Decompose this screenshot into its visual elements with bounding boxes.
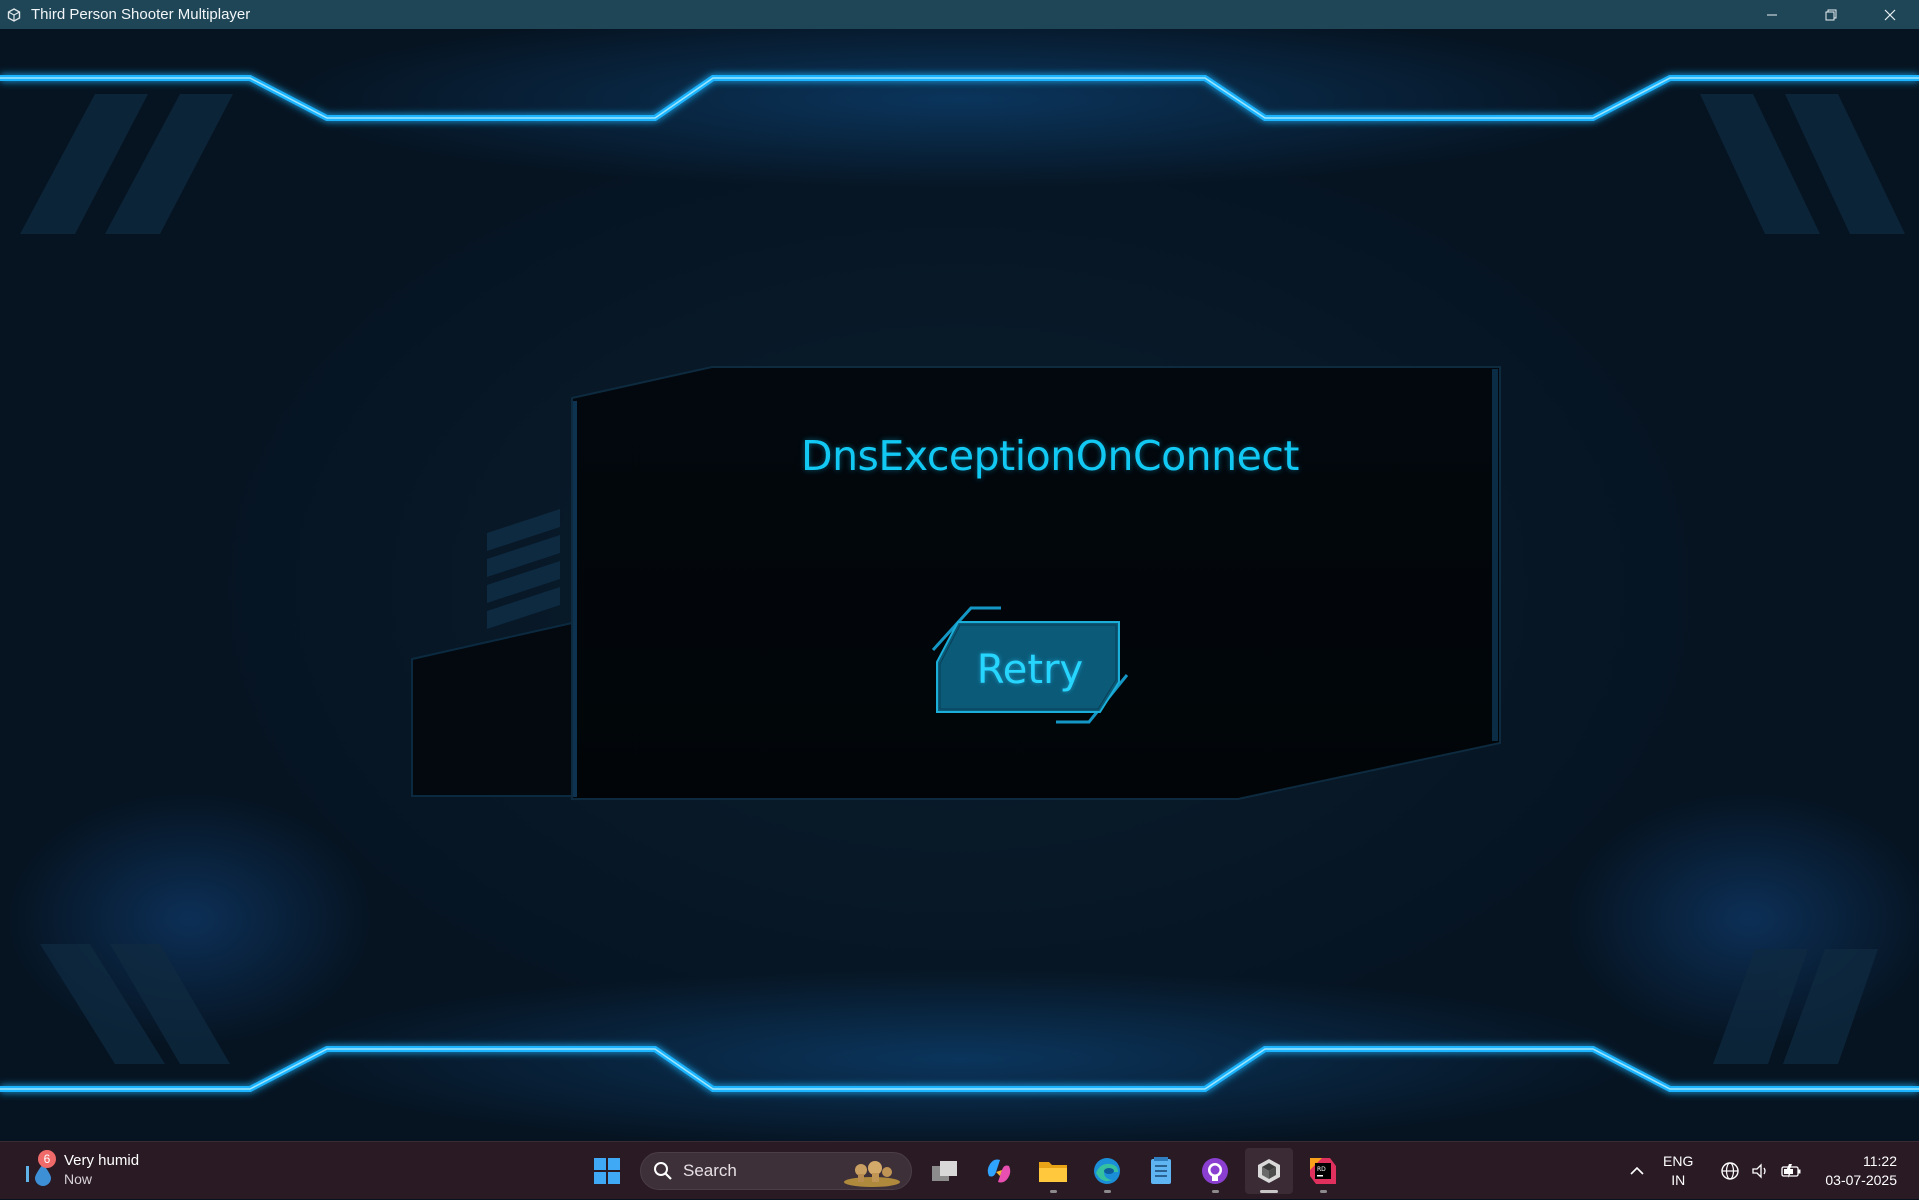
windows-start-icon	[594, 1158, 620, 1184]
notification-badge: 6	[38, 1150, 56, 1168]
clock-date: 03-07-2025	[1825, 1172, 1897, 1188]
notepad-icon	[1151, 1157, 1171, 1184]
taskbar: 6 Very humid Now Search RD ENG IN 11:22 …	[0, 1141, 1919, 1199]
restore-button[interactable]	[1801, 0, 1860, 29]
restore-icon	[1825, 9, 1836, 20]
edge-icon	[1094, 1158, 1120, 1184]
close-button[interactable]	[1860, 0, 1919, 29]
retry-button[interactable]: Retry	[930, 604, 1130, 724]
file-explorer-button[interactable]	[1029, 1148, 1077, 1194]
window-controls	[1742, 0, 1919, 29]
window-title: Third Person Shooter Multiplayer	[31, 6, 251, 23]
language-code: ENG	[1663, 1153, 1694, 1169]
running-indicator	[1050, 1190, 1057, 1193]
weather-title: Very humid	[64, 1152, 140, 1169]
weather-icon: 6	[22, 1150, 56, 1190]
show-hidden-icons-button[interactable]	[1621, 1166, 1653, 1176]
taskbar-apps: Search RD	[580, 1148, 1350, 1194]
game-viewport: DnsExceptionOnConnect Retry	[0, 29, 1919, 1141]
unity-button[interactable]	[1245, 1148, 1293, 1194]
github-desktop-button[interactable]	[1191, 1148, 1239, 1194]
unity-icon	[1258, 1159, 1280, 1183]
file-explorer-icon	[1039, 1162, 1067, 1182]
clock-time: 11:22	[1863, 1153, 1897, 1169]
running-indicator	[1260, 1190, 1278, 1193]
minimize-button[interactable]	[1742, 0, 1801, 29]
error-message: DnsExceptionOnConnect	[801, 432, 1299, 480]
quick-settings[interactable]	[1715, 1161, 1807, 1181]
task-view-icon	[932, 1161, 957, 1181]
copilot-icon	[987, 1159, 1011, 1183]
volume-icon	[1750, 1161, 1770, 1181]
copilot-button[interactable]	[975, 1148, 1023, 1194]
search-icon	[654, 1162, 672, 1180]
github-desktop-icon	[1202, 1158, 1228, 1184]
search-box[interactable]: Search	[640, 1152, 912, 1190]
running-indicator	[1104, 1190, 1111, 1193]
language-region: IN	[1671, 1172, 1686, 1188]
window-title-bar: Third Person Shooter Multiplayer	[0, 0, 1919, 29]
battery-icon	[1780, 1161, 1802, 1181]
network-icon	[1720, 1161, 1740, 1181]
unity-icon	[6, 7, 22, 23]
retry-label: Retry	[976, 647, 1084, 693]
close-icon	[1884, 9, 1895, 20]
language-indicator[interactable]: ENG IN	[1663, 1152, 1693, 1190]
search-highlight-image	[844, 1161, 900, 1187]
rider-button[interactable]: RD	[1299, 1148, 1347, 1194]
svg-text:RD: RD	[1317, 1166, 1326, 1173]
start-button[interactable]	[583, 1148, 631, 1194]
task-view-button[interactable]	[921, 1148, 969, 1194]
edge-button[interactable]	[1083, 1148, 1131, 1194]
weather-subtitle: Now	[64, 1171, 93, 1187]
minimize-icon	[1766, 14, 1777, 15]
running-indicator	[1320, 1190, 1327, 1193]
running-indicator	[1212, 1190, 1219, 1193]
rider-icon: RD	[1310, 1158, 1336, 1184]
clock[interactable]: 11:22 03-07-2025	[1825, 1152, 1897, 1190]
system-tray: ENG IN 11:22 03-07-2025	[1621, 1142, 1919, 1200]
panel-side-tab	[411, 509, 573, 797]
hud-frame	[0, 75, 1919, 1092]
chevron-up-icon	[1630, 1166, 1644, 1175]
weather-widget[interactable]: 6 Very humid Now	[22, 1150, 139, 1190]
notepad-button[interactable]	[1137, 1148, 1185, 1194]
search-placeholder: Search	[683, 1161, 737, 1180]
